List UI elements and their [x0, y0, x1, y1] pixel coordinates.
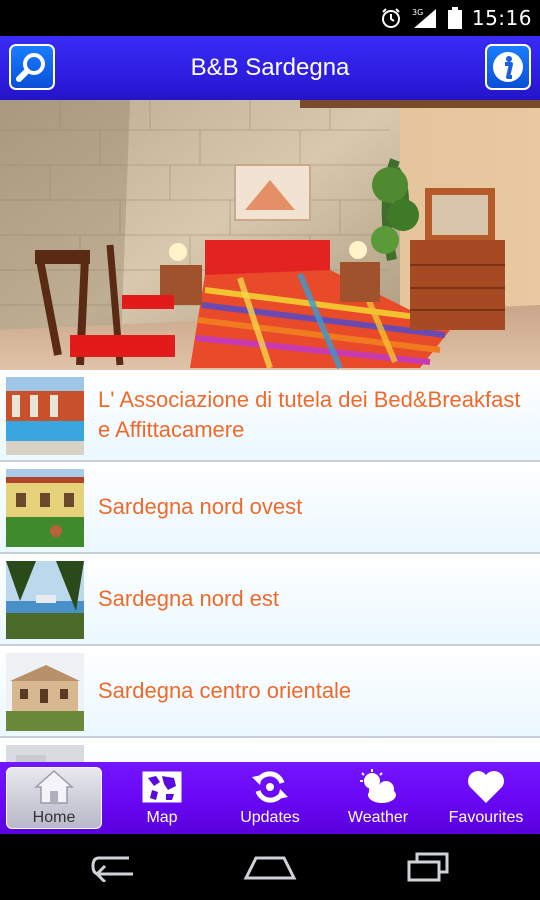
heart-icon [466, 768, 506, 806]
associazione-thumbnail [6, 377, 84, 455]
signal-icon: 3G [412, 7, 438, 29]
nord-ovest-thumbnail [6, 469, 84, 547]
tab-favourites[interactable]: Favourites [432, 762, 540, 834]
tab-home[interactable]: Home [0, 762, 108, 834]
back-button[interactable] [84, 844, 144, 890]
list-item-label: L' Associazione di tutela dei Bed&Breakf… [98, 387, 521, 442]
weather-icon [356, 768, 400, 806]
hero-image [0, 100, 540, 370]
updates-icon [250, 768, 290, 806]
battery-icon [447, 7, 462, 29]
recents-icon [407, 852, 449, 882]
search-icon [16, 53, 45, 82]
list-item-partial[interactable] [0, 738, 540, 762]
tab-label: Weather [347, 809, 409, 826]
tab-map[interactable]: Map [108, 762, 216, 834]
tab-label: Map [146, 809, 178, 826]
network-type: 3G [412, 8, 423, 17]
nord-est-thumbnail [6, 561, 84, 639]
title-bar: B&B Sardegna [0, 36, 540, 100]
status-bar: 3G 15:16 [0, 0, 540, 36]
tab-updates[interactable]: Updates [216, 762, 324, 834]
list-item-associazione[interactable]: L' Associazione di tutela dei Bed&Breakf… [0, 370, 540, 462]
page-title: B&B Sardegna [190, 54, 350, 81]
list-item-label [98, 738, 530, 762]
tab-weather[interactable]: Weather [324, 762, 432, 834]
centro-orientale-thumbnail [6, 653, 84, 731]
partial-thumbnail [6, 745, 84, 762]
bedroom-photo [0, 100, 540, 370]
home-icon [34, 768, 74, 806]
list-item-label: Sardegna nord est [98, 586, 280, 611]
list-item-nord-est[interactable]: Sardegna nord est [0, 554, 540, 646]
search-button[interactable] [9, 44, 55, 90]
home-nav-icon [243, 856, 297, 880]
tab-label: Favourites [448, 809, 524, 826]
list-item-label: Sardegna centro orientale [98, 678, 352, 703]
home-nav-button[interactable] [240, 844, 300, 890]
map-icon [142, 768, 182, 806]
list-item-label: Sardegna nord ovest [98, 494, 303, 519]
list-item-nord-ovest[interactable]: Sardegna nord ovest [0, 462, 540, 554]
info-button[interactable] [485, 44, 531, 90]
alarm-icon [380, 7, 402, 29]
list-item-centro-orientale[interactable]: Sardegna centro orientale [0, 646, 540, 738]
tab-label: Updates [240, 809, 300, 826]
clock: 15:16 [471, 6, 532, 30]
recents-button[interactable] [398, 844, 458, 890]
tab-label: Home [32, 809, 76, 826]
system-nav-bar [0, 834, 540, 900]
tab-bar: Home Map Updates Weather Favourites [0, 762, 540, 834]
back-icon [91, 856, 133, 882]
info-icon [493, 52, 523, 82]
region-list: L' Associazione di tutela dei Bed&Breakf… [0, 370, 540, 762]
